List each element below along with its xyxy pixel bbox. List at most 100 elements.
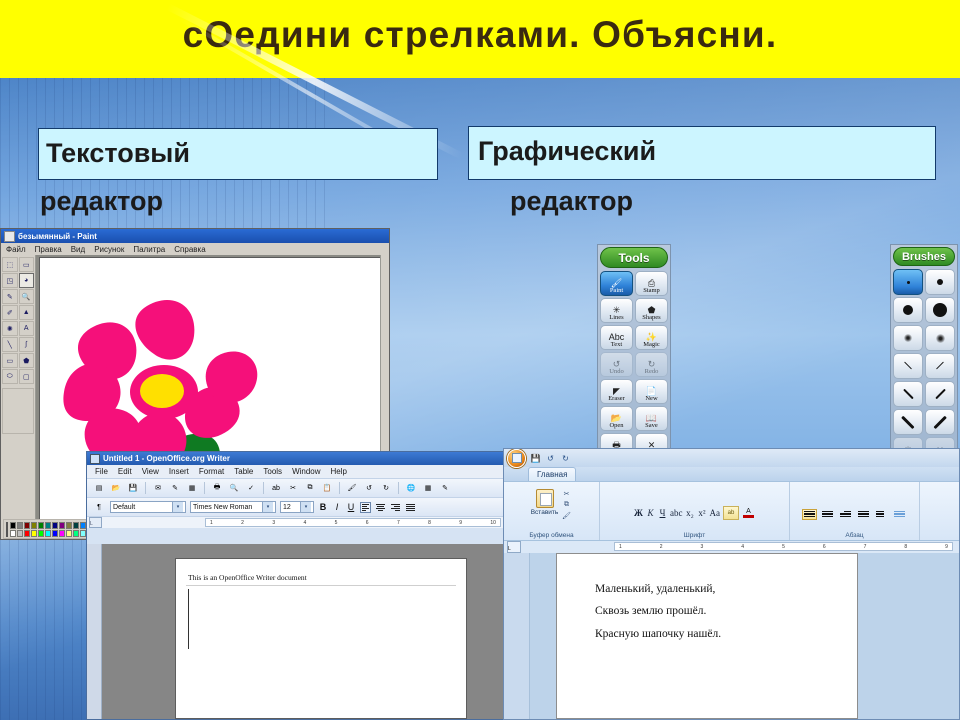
paragraph-style-combo[interactable]: Default ▾: [110, 501, 186, 513]
justify-button[interactable]: [405, 502, 416, 513]
writer-standard-toolbar[interactable]: ▤ 📂 💾 ✉ ✎ ▦ 🖶 🔍 ✓ ab ✂ ⧉ 📋 🖌 ↺ ↻ 🌐 ▦ ✎: [87, 478, 505, 497]
word-font-button-1[interactable]: К: [646, 508, 655, 518]
tuxpaint-tool-paint[interactable]: 🖌 Paint: [600, 271, 633, 296]
word-ribbon-tabs[interactable]: Главная: [504, 467, 959, 481]
tuxpaint-tool-open[interactable]: 📂 Open: [600, 406, 633, 431]
paint-palette-swatch[interactable]: [17, 521, 23, 529]
paste-icon[interactable]: 📋: [320, 481, 334, 495]
select-icon[interactable]: ▭: [18, 257, 34, 272]
ms-word-window[interactable]: 💾 ↺ ↻ Главная Вставить ✂ ⧉ 🖌 Буфер обмен…: [503, 448, 960, 720]
undo-icon[interactable]: ↺: [362, 481, 376, 495]
writer-menu-item[interactable]: File: [95, 467, 108, 476]
tuxpaint-tool-grid[interactable]: 🖌 Paint ⎙ Stamp ✳ Lines ⬟ Shapes Abc Text ✨ Magic ↺ U…: [600, 271, 668, 458]
paint-palette-swatch[interactable]: [24, 521, 30, 529]
table-icon[interactable]: ▦: [421, 481, 435, 495]
word-paragraph-buttons[interactable]: [802, 504, 907, 524]
word-font-button-5[interactable]: x²: [698, 508, 707, 518]
paint-palette-swatch[interactable]: [10, 529, 16, 537]
clone-format-icon[interactable]: 🖌: [345, 481, 359, 495]
writer-menu-item[interactable]: Tools: [263, 467, 282, 476]
align-center-button[interactable]: [375, 502, 386, 513]
new-doc-icon[interactable]: ▤: [92, 481, 106, 495]
tuxpaint-brush-medium-dot[interactable]: [893, 297, 923, 323]
writer-ruler[interactable]: L 1 2 3 4 5 6 7 8 9 10: [87, 516, 505, 528]
font-size-combo[interactable]: 12 ▾: [280, 501, 314, 513]
paint-menu-item[interactable]: Файл: [6, 245, 26, 254]
underline-button[interactable]: U: [346, 502, 356, 512]
shading-icon[interactable]: [892, 509, 907, 520]
autospell-icon[interactable]: ab: [269, 481, 283, 495]
tuxpaint-tool-stamp[interactable]: ⎙ Stamp: [635, 271, 668, 296]
word-font-button-4[interactable]: x₂: [686, 508, 695, 518]
word-font-button-2[interactable]: Ч: [658, 508, 667, 518]
paste-button[interactable]: Вставить: [531, 487, 558, 517]
tuxpaint-tool-magic[interactable]: ✨ Magic: [635, 325, 668, 350]
tuxpaint-brush-small-dot[interactable]: [925, 269, 955, 295]
print-icon[interactable]: 🖶: [210, 481, 224, 495]
paint-palette-swatch[interactable]: [66, 521, 72, 529]
tuxpaint-brush-thick-stroke-right[interactable]: [925, 409, 955, 435]
tuxpaint-brush-tiny-dot[interactable]: [893, 269, 923, 295]
pick-color-icon[interactable]: ✎: [2, 289, 18, 304]
word-ruler-scale[interactable]: 1 2 3 4 5 6 7 8 9: [614, 542, 953, 551]
italic-button[interactable]: I: [332, 502, 342, 512]
text-highlight-icon[interactable]: ab: [723, 506, 739, 520]
brush-icon[interactable]: ▲: [18, 305, 34, 320]
paint-palette-swatch[interactable]: [59, 521, 65, 529]
chevron-down-icon[interactable]: ▾: [300, 502, 311, 512]
writer-tab-selector[interactable]: L: [89, 517, 102, 528]
tuxpaint-tools-panel[interactable]: Tools 🖌 Paint ⎙ Stamp ✳ Lines ⬟ Shapes Abc Text ✨ M…: [597, 244, 671, 480]
word-ruler[interactable]: L 1 2 3 4 5 6 7 8 9: [504, 540, 959, 553]
apply-style-icon[interactable]: ¶: [92, 500, 106, 514]
ribbon-group-clipboard[interactable]: Вставить ✂ ⧉ 🖌 Буфер обмена: [504, 482, 600, 540]
tuxpaint-brush-thick-stroke-left[interactable]: [893, 409, 923, 435]
rectangle-icon[interactable]: ▭: [2, 353, 18, 368]
tuxpaint-tool-new[interactable]: 📄 New: [635, 379, 668, 404]
tuxpaint-brush-grid[interactable]: ❊✕: [893, 269, 955, 463]
paint-palette-swatch[interactable]: [73, 521, 79, 529]
font-name-combo[interactable]: Times New Roman ▾: [190, 501, 276, 513]
bold-button[interactable]: B: [318, 502, 328, 512]
openoffice-writer-window[interactable]: Untitled 1 - OpenOffice.org Writer File E…: [86, 451, 506, 720]
word-font-buttons[interactable]: Ж К Чabc x₂ x² Aa ab A: [634, 500, 755, 526]
paint-palette-swatch[interactable]: [38, 521, 44, 529]
paint-menu-item[interactable]: Рисунок: [94, 245, 124, 254]
paint-palette-swatch[interactable]: [66, 529, 72, 537]
tab-home[interactable]: Главная: [528, 467, 577, 481]
word-font-button-6[interactable]: Aa: [710, 508, 721, 518]
tuxpaint-tool-undo[interactable]: ↺ Undo: [600, 352, 633, 377]
text-icon[interactable]: A: [18, 321, 34, 336]
paint-palette-swatch[interactable]: [38, 529, 44, 537]
align-right-button[interactable]: [390, 502, 401, 513]
writer-formatting-toolbar[interactable]: ¶ Default ▾ Times New Roman ▾ 12 ▾ B I U: [87, 497, 505, 516]
numbering-icon[interactable]: [820, 509, 835, 520]
chevron-down-icon[interactable]: ▾: [262, 502, 273, 512]
paint-tool-grid[interactable]: ⬚ ▭ ◳ ◕ ✎ 🔍 ✐ ▲ ✺ A ╲ ∫ ▭ ⬟ ⬭ ▢: [2, 257, 34, 384]
decrease-indent-icon[interactable]: [856, 509, 871, 520]
eraser-icon[interactable]: ◳: [2, 273, 18, 288]
airbrush-icon[interactable]: ✺: [2, 321, 18, 336]
polygon-icon[interactable]: ⬟: [18, 353, 34, 368]
print-preview-icon[interactable]: 🔍: [227, 481, 241, 495]
export-pdf-icon[interactable]: ▦: [185, 481, 199, 495]
tuxpaint-brush-fuzzy-dot[interactable]: [925, 325, 955, 351]
tuxpaint-tool-lines[interactable]: ✳ Lines: [600, 298, 633, 323]
writer-title-bar[interactable]: Untitled 1 - OpenOffice.org Writer: [87, 452, 505, 465]
paint-palette-swatch[interactable]: [59, 529, 65, 537]
cut-icon[interactable]: ✂: [562, 489, 572, 498]
word-font-button-3[interactable]: abc: [670, 508, 683, 518]
curve-icon[interactable]: ∫: [18, 337, 34, 352]
writer-menu-item[interactable]: Insert: [169, 467, 189, 476]
tuxpaint-tool-save[interactable]: 📖 Save: [635, 406, 668, 431]
word-page[interactable]: Маленький, удаленький, Сквозь землю прошё…: [556, 553, 858, 719]
undo-icon[interactable]: ↺: [545, 453, 556, 464]
copy-icon[interactable]: ⧉: [562, 500, 572, 509]
format-painter-icon[interactable]: 🖌: [562, 511, 572, 520]
writer-page-area[interactable]: This is an OpenOffice Writer document: [87, 544, 505, 719]
ellipse-icon[interactable]: ⬭: [2, 369, 18, 384]
paint-menu-item[interactable]: Правка: [35, 245, 62, 254]
chevron-down-icon[interactable]: ▾: [172, 502, 183, 512]
writer-menu-item[interactable]: Help: [331, 467, 347, 476]
tuxpaint-tool-text[interactable]: Abc Text: [600, 325, 633, 350]
cut-icon[interactable]: ✂: [286, 481, 300, 495]
